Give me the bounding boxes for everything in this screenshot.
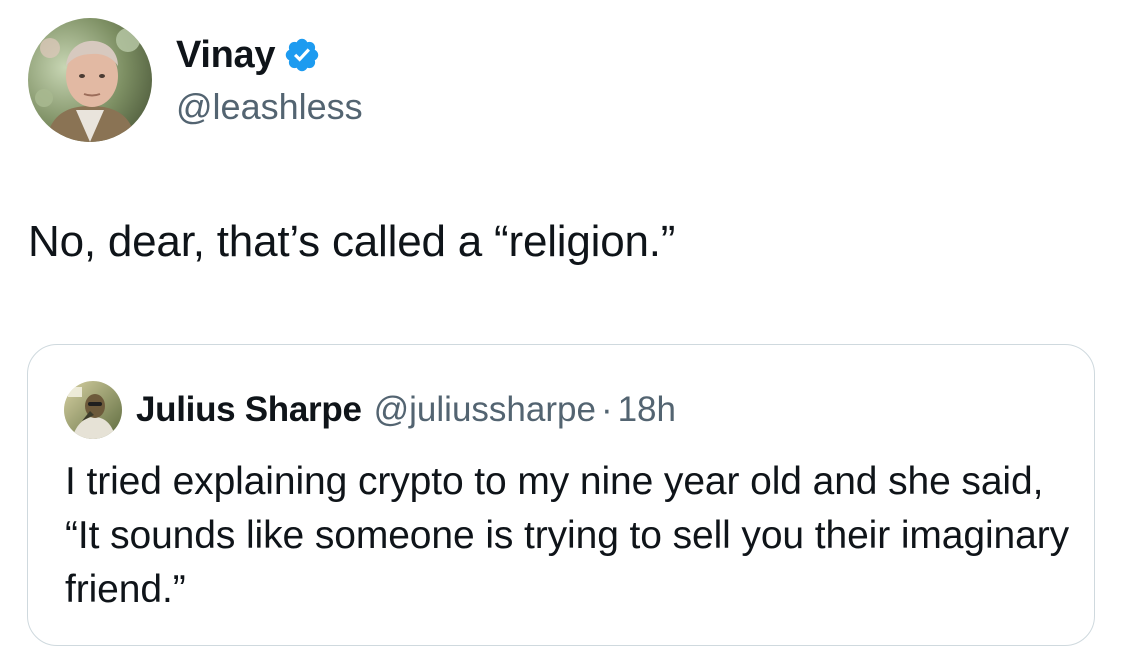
author-handle[interactable]: @leashless [176, 86, 363, 128]
quoted-author-handle[interactable]: @juliussharpe [374, 390, 596, 430]
quoted-tweet-card[interactable]: Julius Sharpe @juliussharpe · 18h I trie… [27, 344, 1095, 646]
tweet-header: Vinay @leashless [28, 18, 363, 142]
separator-dot: · [600, 390, 613, 429]
quoted-author-avatar[interactable] [64, 381, 122, 439]
quoted-tweet-text: I tried explaining crypto to my nine yea… [65, 460, 1070, 611]
quoted-tweet-header: Julius Sharpe @juliussharpe · 18h [64, 381, 676, 439]
verified-badge-icon [283, 36, 321, 74]
author-avatar-photo [28, 18, 152, 142]
author-avatar[interactable] [28, 18, 152, 142]
tweet-screenshot: Vinay @leashless No, dear, that’s called… [0, 0, 1125, 659]
tweet-text: No, dear, that’s called a “religion.” [28, 217, 676, 266]
author-name-row: Vinay [176, 32, 363, 78]
author-display-name[interactable]: Vinay [176, 34, 276, 77]
quoted-author-display-name[interactable]: Julius Sharpe [136, 390, 362, 430]
author-info: Vinay @leashless [176, 32, 363, 128]
quoted-tweet-time[interactable]: 18h [618, 390, 676, 430]
quoted-author-avatar-photo [64, 381, 122, 439]
